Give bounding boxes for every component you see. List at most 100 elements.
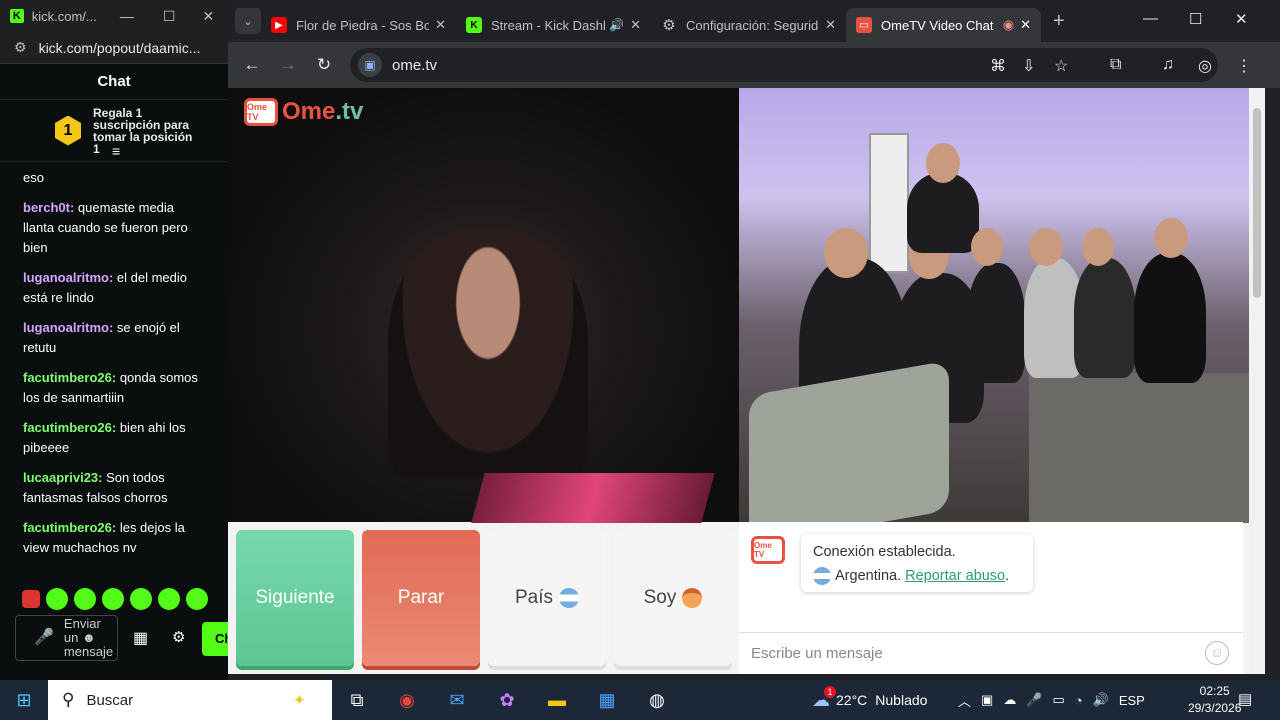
minimize-icon[interactable]: —: [104, 8, 149, 24]
mail-icon[interactable]: ✉: [432, 690, 482, 711]
extensions-icon[interactable]: ⧉: [1110, 56, 1121, 74]
close-tab-icon[interactable]: ✕: [825, 17, 836, 33]
bookmark-star-icon[interactable]: ☆: [1054, 56, 1068, 76]
weather-badge: 1: [824, 686, 836, 698]
report-suffix: .: [1005, 568, 1010, 584]
clock[interactable]: 02:25 29/3/2026: [1188, 683, 1241, 717]
chat-username[interactable]: berch0t:: [23, 200, 74, 215]
chat-message: luganoalritmo: el del medio está re lind…: [23, 268, 208, 308]
taskbar-search[interactable]: ⚲ Buscar ✦: [48, 680, 332, 720]
country-button[interactable]: País: [488, 530, 606, 666]
emote-icon[interactable]: [22, 590, 40, 608]
forward-icon[interactable]: →: [270, 55, 306, 75]
system-tray: ︿ ▣ ☁ 🎤 ▭ ◔ 🔊 ESP: [958, 680, 1145, 720]
show-hidden-icons[interactable]: ︿: [958, 691, 971, 710]
page-scrollbar[interactable]: [1249, 88, 1265, 674]
close-icon[interactable]: ✕: [1235, 10, 1248, 28]
chat-message: luganoalritmo: se enojó el retutu: [23, 318, 208, 358]
back-icon[interactable]: ←: [234, 55, 270, 75]
chrome-icon[interactable]: ◉: [382, 690, 432, 711]
ometv-logo[interactable]: Ome TV Ome.tv: [244, 98, 363, 126]
remote-video: [739, 88, 1249, 546]
maximize-icon[interactable]: ☐: [149, 8, 188, 25]
kick-address-bar[interactable]: ⚙ kick.com/popout/daamic...: [0, 32, 228, 64]
translate-icon[interactable]: ⌘: [990, 56, 1006, 76]
emote-icon[interactable]: [46, 588, 68, 610]
windows-taskbar: ⊞ ⚲ Buscar ✦ ⧉ ◉ ✉ ✿ ▬ ▦ ◍ ☁ 1 22°C Nubl…: [0, 680, 1280, 720]
chat-username[interactable]: lucaaprivi23:: [23, 470, 103, 485]
close-tab-icon[interactable]: ✕: [630, 17, 641, 33]
tab-kick-dashboard[interactable]: K Stream - Kick Dashboard 🔊 ✕: [456, 8, 651, 42]
media-controls-icon[interactable]: ♫: [1162, 56, 1174, 74]
new-tab-icon[interactable]: +: [1053, 10, 1065, 33]
microphone-icon[interactable]: 🎤: [34, 630, 54, 646]
menu-icon[interactable]: ⋮: [1236, 56, 1252, 76]
windows-start-icon[interactable]: ⊞: [0, 690, 48, 711]
camera-permission-icon[interactable]: ▣: [358, 53, 382, 77]
ometv-page: Ome TV Ome.tv Siguiente Parar País Soy O…: [228, 88, 1265, 674]
task-view-icon[interactable]: ⧉: [332, 690, 382, 711]
close-icon[interactable]: ✕: [189, 8, 228, 25]
audio-playing-icon[interactable]: 🔊: [609, 18, 624, 32]
tab-search-icon[interactable]: ⌄: [235, 8, 261, 34]
copilot-sparkle-icon: ✦: [293, 692, 306, 709]
scroll-thumb[interactable]: [1253, 108, 1261, 298]
stop-button[interactable]: Parar: [362, 530, 480, 666]
ometv-icon: ▭: [856, 17, 872, 33]
chat-username[interactable]: luganoalritmo:: [23, 320, 113, 335]
emote-icon[interactable]: [74, 588, 96, 610]
message-input[interactable]: Escribe un mensaje ☺: [739, 632, 1243, 674]
chat-username[interactable]: facutimbero26:: [23, 370, 116, 385]
minimize-icon[interactable]: —: [1143, 10, 1158, 27]
close-tab-icon[interactable]: ✕: [435, 17, 446, 33]
tab-title: Configuración: Seguridad: [686, 17, 820, 33]
file-explorer-icon[interactable]: ▬: [532, 690, 582, 711]
emote-icon[interactable]: [186, 588, 208, 610]
ometv-chat-panel: Ome TV Conexión establecida. Argentina. …: [739, 522, 1243, 674]
pin-collapse-icon[interactable]: ≡: [112, 143, 120, 159]
copilot-icon[interactable]: ✿: [482, 690, 532, 711]
person: [907, 173, 979, 253]
ometv-chat-logo-icon: Ome TV: [751, 536, 785, 564]
report-abuse-link[interactable]: Reportar abuso: [905, 568, 1005, 584]
network-icon[interactable]: ◔: [1075, 693, 1083, 708]
notification-icon[interactable]: ▤: [1238, 690, 1252, 708]
reload-icon[interactable]: ↻: [306, 55, 342, 75]
store-icon[interactable]: ▦: [133, 628, 148, 648]
site-settings-icon[interactable]: ⚙: [14, 39, 27, 56]
chat-send-button[interactable]: Ch: [202, 622, 228, 656]
chat-messages: eso berch0t: quemaste media llanta cuando…: [0, 162, 228, 558]
install-app-icon[interactable]: ⇩: [1022, 56, 1035, 76]
store-icon[interactable]: ▦: [582, 690, 632, 711]
language-indicator[interactable]: ESP: [1119, 693, 1145, 708]
tab-settings[interactable]: ⚙ Configuración: Seguridad ✕: [651, 8, 846, 42]
chat-input[interactable]: 🎤 Enviar un ☻ mensaje: [15, 615, 118, 661]
person: [967, 263, 1025, 383]
battery-icon[interactable]: ▭: [1053, 692, 1065, 708]
profile-icon[interactable]: ◎: [1198, 56, 1212, 76]
next-button[interactable]: Siguiente: [236, 530, 354, 666]
volume-icon[interactable]: 🔊: [1093, 692, 1109, 708]
maximize-icon[interactable]: ☐: [1189, 10, 1202, 28]
chat-username[interactable]: facutimbero26:: [23, 520, 116, 535]
chat-username[interactable]: luganoalritmo:: [23, 270, 113, 285]
tray-cloud-icon[interactable]: ☁: [1003, 692, 1016, 708]
chat-username[interactable]: facutimbero26:: [23, 420, 116, 435]
address-bar[interactable]: ▣ ome.tv ⌘ ⇩ ☆: [350, 48, 1218, 82]
close-tab-icon[interactable]: ✕: [1020, 17, 1031, 33]
tab-ometv[interactable]: ▭ OmeTV Video Chat ◉ ✕: [846, 8, 1041, 42]
microphone-icon[interactable]: 🎤: [1026, 692, 1042, 708]
obs-icon[interactable]: ◍: [632, 690, 682, 711]
emoji-icon[interactable]: ☺: [1205, 641, 1229, 665]
tray-app-icon[interactable]: ▣: [981, 692, 993, 708]
address-url: ome.tv: [392, 56, 438, 74]
emote-icon[interactable]: [102, 588, 124, 610]
emote-icon[interactable]: [130, 588, 152, 610]
emote-icon[interactable]: [158, 588, 180, 610]
chat-settings-icon[interactable]: ⚙: [172, 628, 185, 646]
tab-youtube[interactable]: ▶ Flor de Piedra - Sos Bot ✕: [261, 8, 456, 42]
weather-widget[interactable]: ☁ 1 22°C Nublado: [812, 680, 927, 720]
sub-gift-banner[interactable]: 1 Regala 1 suscripción para tomar la pos…: [0, 100, 228, 162]
local-video-person: [388, 228, 588, 478]
gender-button[interactable]: Soy: [614, 530, 732, 666]
